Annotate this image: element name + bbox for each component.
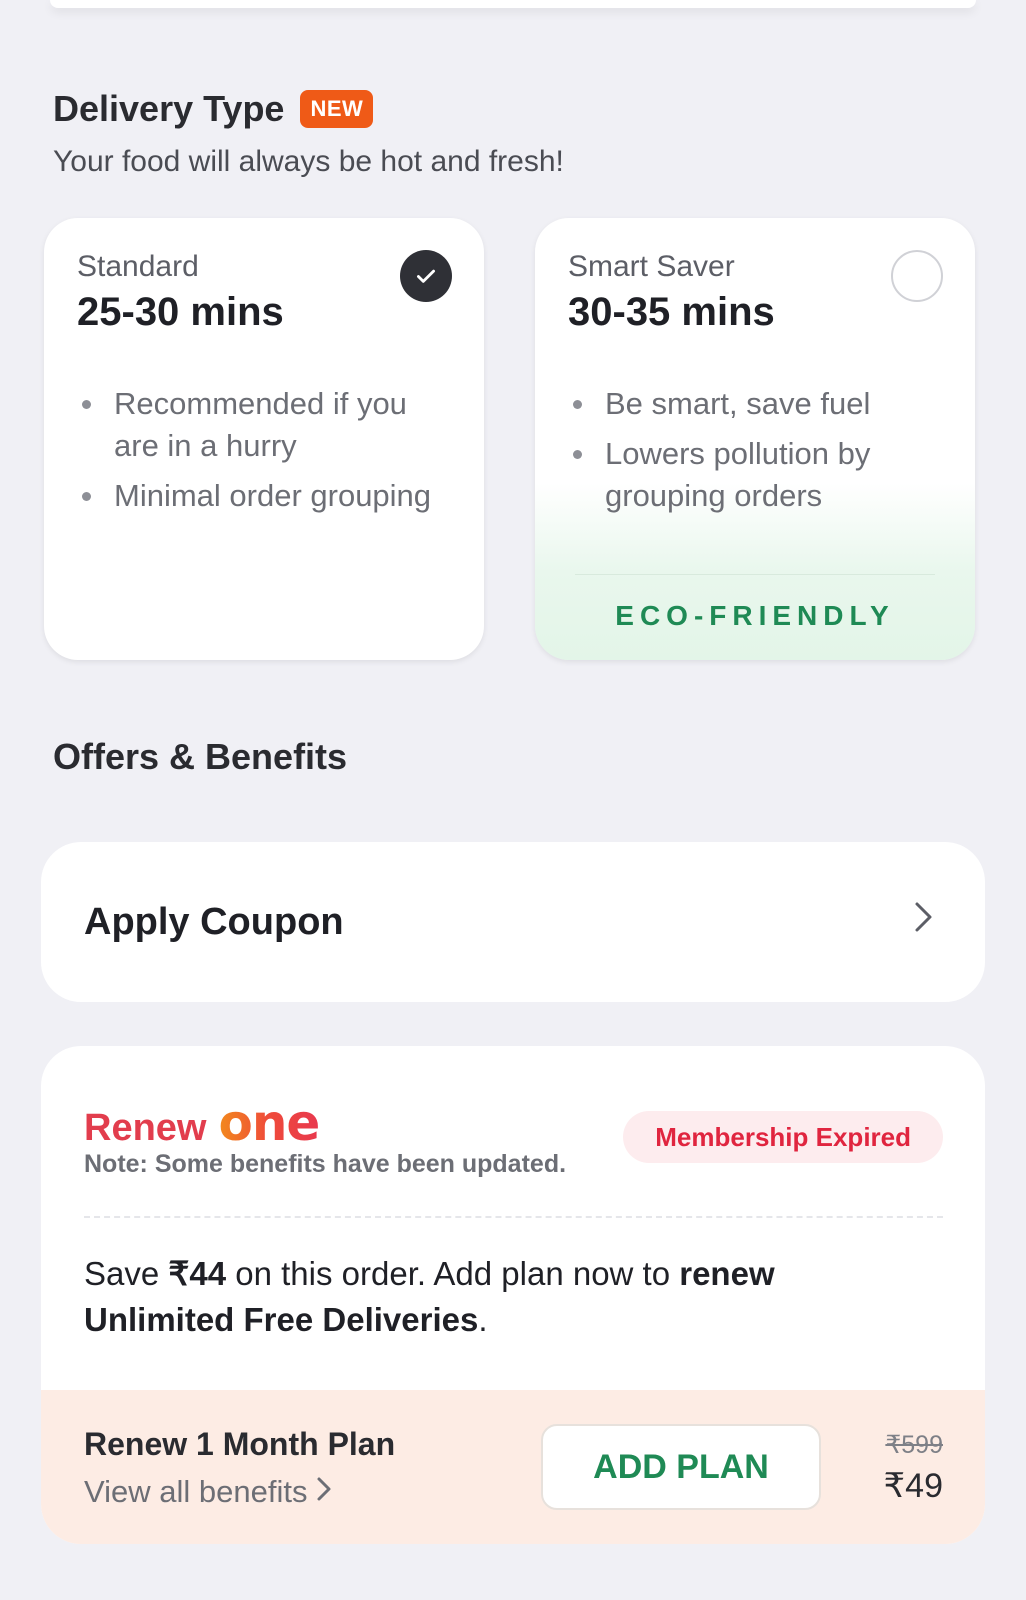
discounted-price: ₹49 [883, 1467, 943, 1505]
dashed-divider [84, 1216, 943, 1218]
eco-friendly-tag: ECO-FRIENDLY [615, 600, 895, 631]
option-time: 30-35 mins [568, 290, 775, 334]
option-bullets: Recommended if you are in a hurry Minima… [78, 383, 458, 525]
apply-coupon-label: Apply Coupon [84, 900, 344, 943]
option-label: Smart Saver [568, 250, 735, 283]
eco-divider [575, 574, 935, 575]
chevron-right-icon [316, 1474, 332, 1509]
plan-name: Renew 1 Month Plan [84, 1426, 396, 1462]
delivery-option-standard[interactable]: Standard 25-30 mins Recommended if you a… [44, 218, 484, 660]
renew-one-title: Renew one [84, 1094, 320, 1152]
one-logo: one [218, 1094, 320, 1152]
renew-membership-card: Renew one Note: Some benefits have been … [41, 1046, 985, 1544]
save-mid: on this order. Add plan now to [226, 1255, 680, 1292]
save-prefix: Save [84, 1255, 169, 1292]
view-benefits-label: View all benefits [84, 1474, 308, 1509]
chevron-right-icon [913, 900, 935, 944]
bullet-item: Minimal order grouping [78, 475, 458, 517]
delivery-type-subtitle: Your food will always be hot and fresh! [53, 145, 564, 178]
bullet-item: Be smart, save fuel [569, 383, 949, 425]
new-badge: NEW [300, 90, 374, 128]
renew-word: Renew [84, 1107, 207, 1149]
membership-status-badge: Membership Expired [623, 1111, 943, 1163]
option-time: 25-30 mins [77, 290, 284, 334]
save-bold-deliveries: Unlimited Free Deliveries [84, 1301, 479, 1338]
delivery-option-smart-saver[interactable]: Smart Saver 30-35 mins Be smart, save fu… [535, 218, 975, 660]
save-bold-renew: renew [679, 1255, 775, 1292]
save-suffix: . [478, 1301, 488, 1338]
apply-coupon-row[interactable]: Apply Coupon [41, 842, 985, 1002]
option-bullets: Be smart, save fuel Lowers pollution by … [569, 383, 949, 525]
bullet-item: Lowers pollution by grouping orders [569, 433, 949, 517]
plan-strip: Renew 1 Month Plan View all benefits ADD… [41, 1390, 985, 1544]
radio-empty-icon[interactable] [891, 250, 943, 302]
bullet-item: Recommended if you are in a hurry [78, 383, 458, 467]
delivery-type-title: Delivery Type [53, 88, 285, 129]
top-card-edge [50, 0, 976, 8]
option-label: Standard [77, 250, 199, 283]
original-price: ₹599 [885, 1431, 943, 1459]
delivery-type-heading: Delivery Type NEW [53, 88, 374, 130]
renew-note: Note: Some benefits have been updated. [84, 1150, 567, 1178]
add-plan-button[interactable]: ADD PLAN [541, 1424, 821, 1510]
save-amount: ₹44 [168, 1255, 227, 1292]
offers-heading: Offers & Benefits [53, 736, 348, 777]
check-icon [400, 250, 452, 302]
savings-message: Save ₹44 on this order. Add plan now to … [84, 1251, 884, 1343]
view-benefits-link[interactable]: View all benefits [84, 1474, 332, 1510]
